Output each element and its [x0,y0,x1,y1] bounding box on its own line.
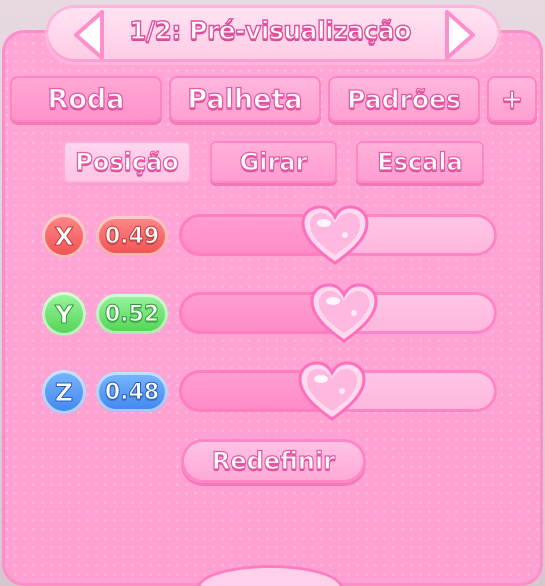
axis-y-badge: Y [42,292,86,336]
heart-icon[interactable] [297,361,367,423]
heart-icon[interactable] [309,283,379,345]
axis-z-badge: Z [42,370,86,414]
axis-x-slider[interactable] [179,205,497,265]
tab-roda[interactable]: Roda [10,76,162,122]
tab-padroes[interactable]: Padrões [328,76,480,122]
tab-add-button[interactable]: + [487,76,537,122]
axis-x-value: 0.49 [96,216,168,256]
axis-y-value: 0.52 [96,294,168,334]
subtab-girar[interactable]: Girar [210,141,337,183]
axis-y-slider[interactable] [179,283,497,343]
axis-row-z: Z 0.48 [40,361,510,421]
axis-row-x: X 0.49 [40,205,510,265]
page-title: 1/2: Pré-visualização [128,15,412,45]
right-arrow-icon[interactable] [441,8,477,62]
subtab-posicao[interactable]: Posição [63,141,191,183]
axis-z-value: 0.48 [96,372,168,412]
tab-palheta[interactable]: Palheta [169,76,321,122]
reset-button[interactable]: Redefinir [181,439,366,483]
axis-row-y: Y 0.52 [40,283,510,343]
game-stage: 1/2: Pré-visualização Roda Palheta Padrõ… [0,0,545,586]
axis-z-slider[interactable] [179,361,497,421]
left-arrow-icon[interactable] [72,8,108,62]
subtab-escala[interactable]: Escala [356,141,484,183]
axis-x-badge: X [42,214,86,258]
heart-icon[interactable] [300,205,370,267]
